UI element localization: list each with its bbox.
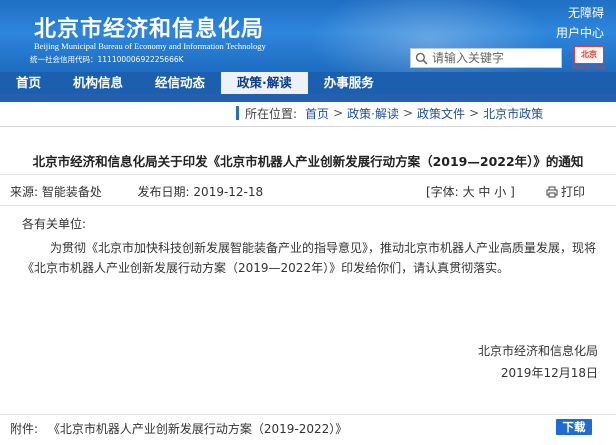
font-size-label: [字体: — [426, 185, 459, 199]
breadcrumb-label: 所在位置: — [245, 106, 298, 121]
beijing-logo: 北京 Beijing China — [572, 46, 606, 72]
divider — [0, 126, 616, 127]
body-paragraph: 为贯彻《北京市加快科技创新发展智能装备产业的指导意见》，推动北京市机器人产业高质… — [22, 241, 597, 275]
nav-policy[interactable]: 政策·解读 — [221, 72, 308, 94]
article-meta: 来源: 智能装备处 发布日期: 2019-12-18 [字体: 大 中 小 ] … — [0, 174, 616, 206]
user-center-link[interactable]: 用户中心 — [556, 23, 604, 43]
printer-icon — [546, 186, 558, 197]
attachment-label: 附件: — [10, 422, 39, 436]
font-size-small[interactable]: 小 — [494, 185, 506, 199]
meta-source-date: 来源: 智能装备处 发布日期: 2019-12-18 — [10, 183, 263, 200]
date-label: 发布日期: — [137, 185, 190, 199]
search-input[interactable] — [432, 51, 557, 65]
breadcrumb-separator: > — [469, 106, 480, 120]
search-box[interactable] — [410, 48, 562, 68]
breadcrumb: 所在位置: 首页 > 政策·解读 > 政策文件 > 北京市政策 — [236, 104, 543, 122]
header-links: 无障碍 用户中心 — [556, 3, 604, 43]
credit-code: 统一社会信用代码：11110000692225666K — [30, 55, 184, 64]
main-nav: 首页 机构信息 经信动态 政策·解读 办事服务 — [0, 72, 616, 94]
date-value: 2019-12-18 — [193, 185, 264, 199]
breadcrumb-beijing-policy[interactable]: 北京市政策 — [483, 105, 543, 122]
font-size-control: [字体: 大 中 小 ] — [426, 183, 515, 200]
signature-org: 北京市经济和信息化局 — [477, 344, 598, 358]
site-title-en: Beijing Municipal Bureau of Economy and … — [34, 41, 266, 51]
print-button[interactable]: 打印 — [546, 183, 585, 200]
beijing-stamp-icon: 北京 — [574, 46, 604, 64]
download-button[interactable]: 下载 — [556, 419, 592, 435]
beijing-stamp-caption: Beijing China — [572, 65, 606, 71]
search-icon[interactable] — [415, 52, 428, 65]
article-body: 各有关单位: 为贯彻《北京市加快科技创新发展智能装备产业的指导意见》，推动北京市… — [22, 214, 606, 278]
breadcrumb-separator: > — [402, 106, 414, 120]
font-size-medium[interactable]: 中 — [478, 185, 490, 199]
salutation: 各有关单位: — [22, 217, 87, 231]
site-title[interactable]: 北京市经济和信息化局 — [34, 11, 264, 43]
breadcrumb-policy[interactable]: 政策·解读 — [347, 105, 399, 122]
breadcrumb-separator: > — [333, 106, 344, 120]
attachment-row: 附件: 《北京市机器人产业创新发展行动方案（2019-2022）》 下载 — [0, 414, 616, 438]
source-value: 智能装备处 — [41, 185, 102, 199]
article-title: 北京市经济和信息化局关于印发《北京市机器人产业创新发展行动方案（2019—202… — [32, 154, 584, 169]
attachment-link[interactable]: 《北京市机器人产业创新发展行动方案（2019-2022）》 — [48, 422, 347, 436]
source-label: 来源: — [10, 185, 39, 199]
site-header: 北京市经济和信息化局 Beijing Municipal Bureau of E… — [0, 0, 616, 72]
print-label: 打印 — [561, 185, 586, 199]
nav-home[interactable]: 首页 — [0, 72, 57, 94]
attachment-text: 附件: 《北京市机器人产业创新发展行动方案（2019-2022）》 — [10, 420, 347, 437]
download-label: 下载 — [562, 420, 586, 434]
breadcrumb-home[interactable]: 首页 — [305, 105, 329, 122]
breadcrumb-marker — [236, 106, 239, 120]
font-size-close: ] — [510, 185, 515, 199]
accessibility-link[interactable]: 无障碍 — [556, 3, 604, 23]
signature-date: 2019年12月18日 — [500, 366, 598, 380]
nav-organization[interactable]: 机构信息 — [57, 72, 139, 94]
font-size-large[interactable]: 大 — [463, 185, 475, 199]
nav-services[interactable]: 办事服务 — [308, 72, 390, 94]
nav-news[interactable]: 经信动态 — [139, 72, 221, 94]
subnav-bar — [0, 94, 616, 102]
breadcrumb-policy-docs[interactable]: 政策文件 — [417, 105, 465, 122]
